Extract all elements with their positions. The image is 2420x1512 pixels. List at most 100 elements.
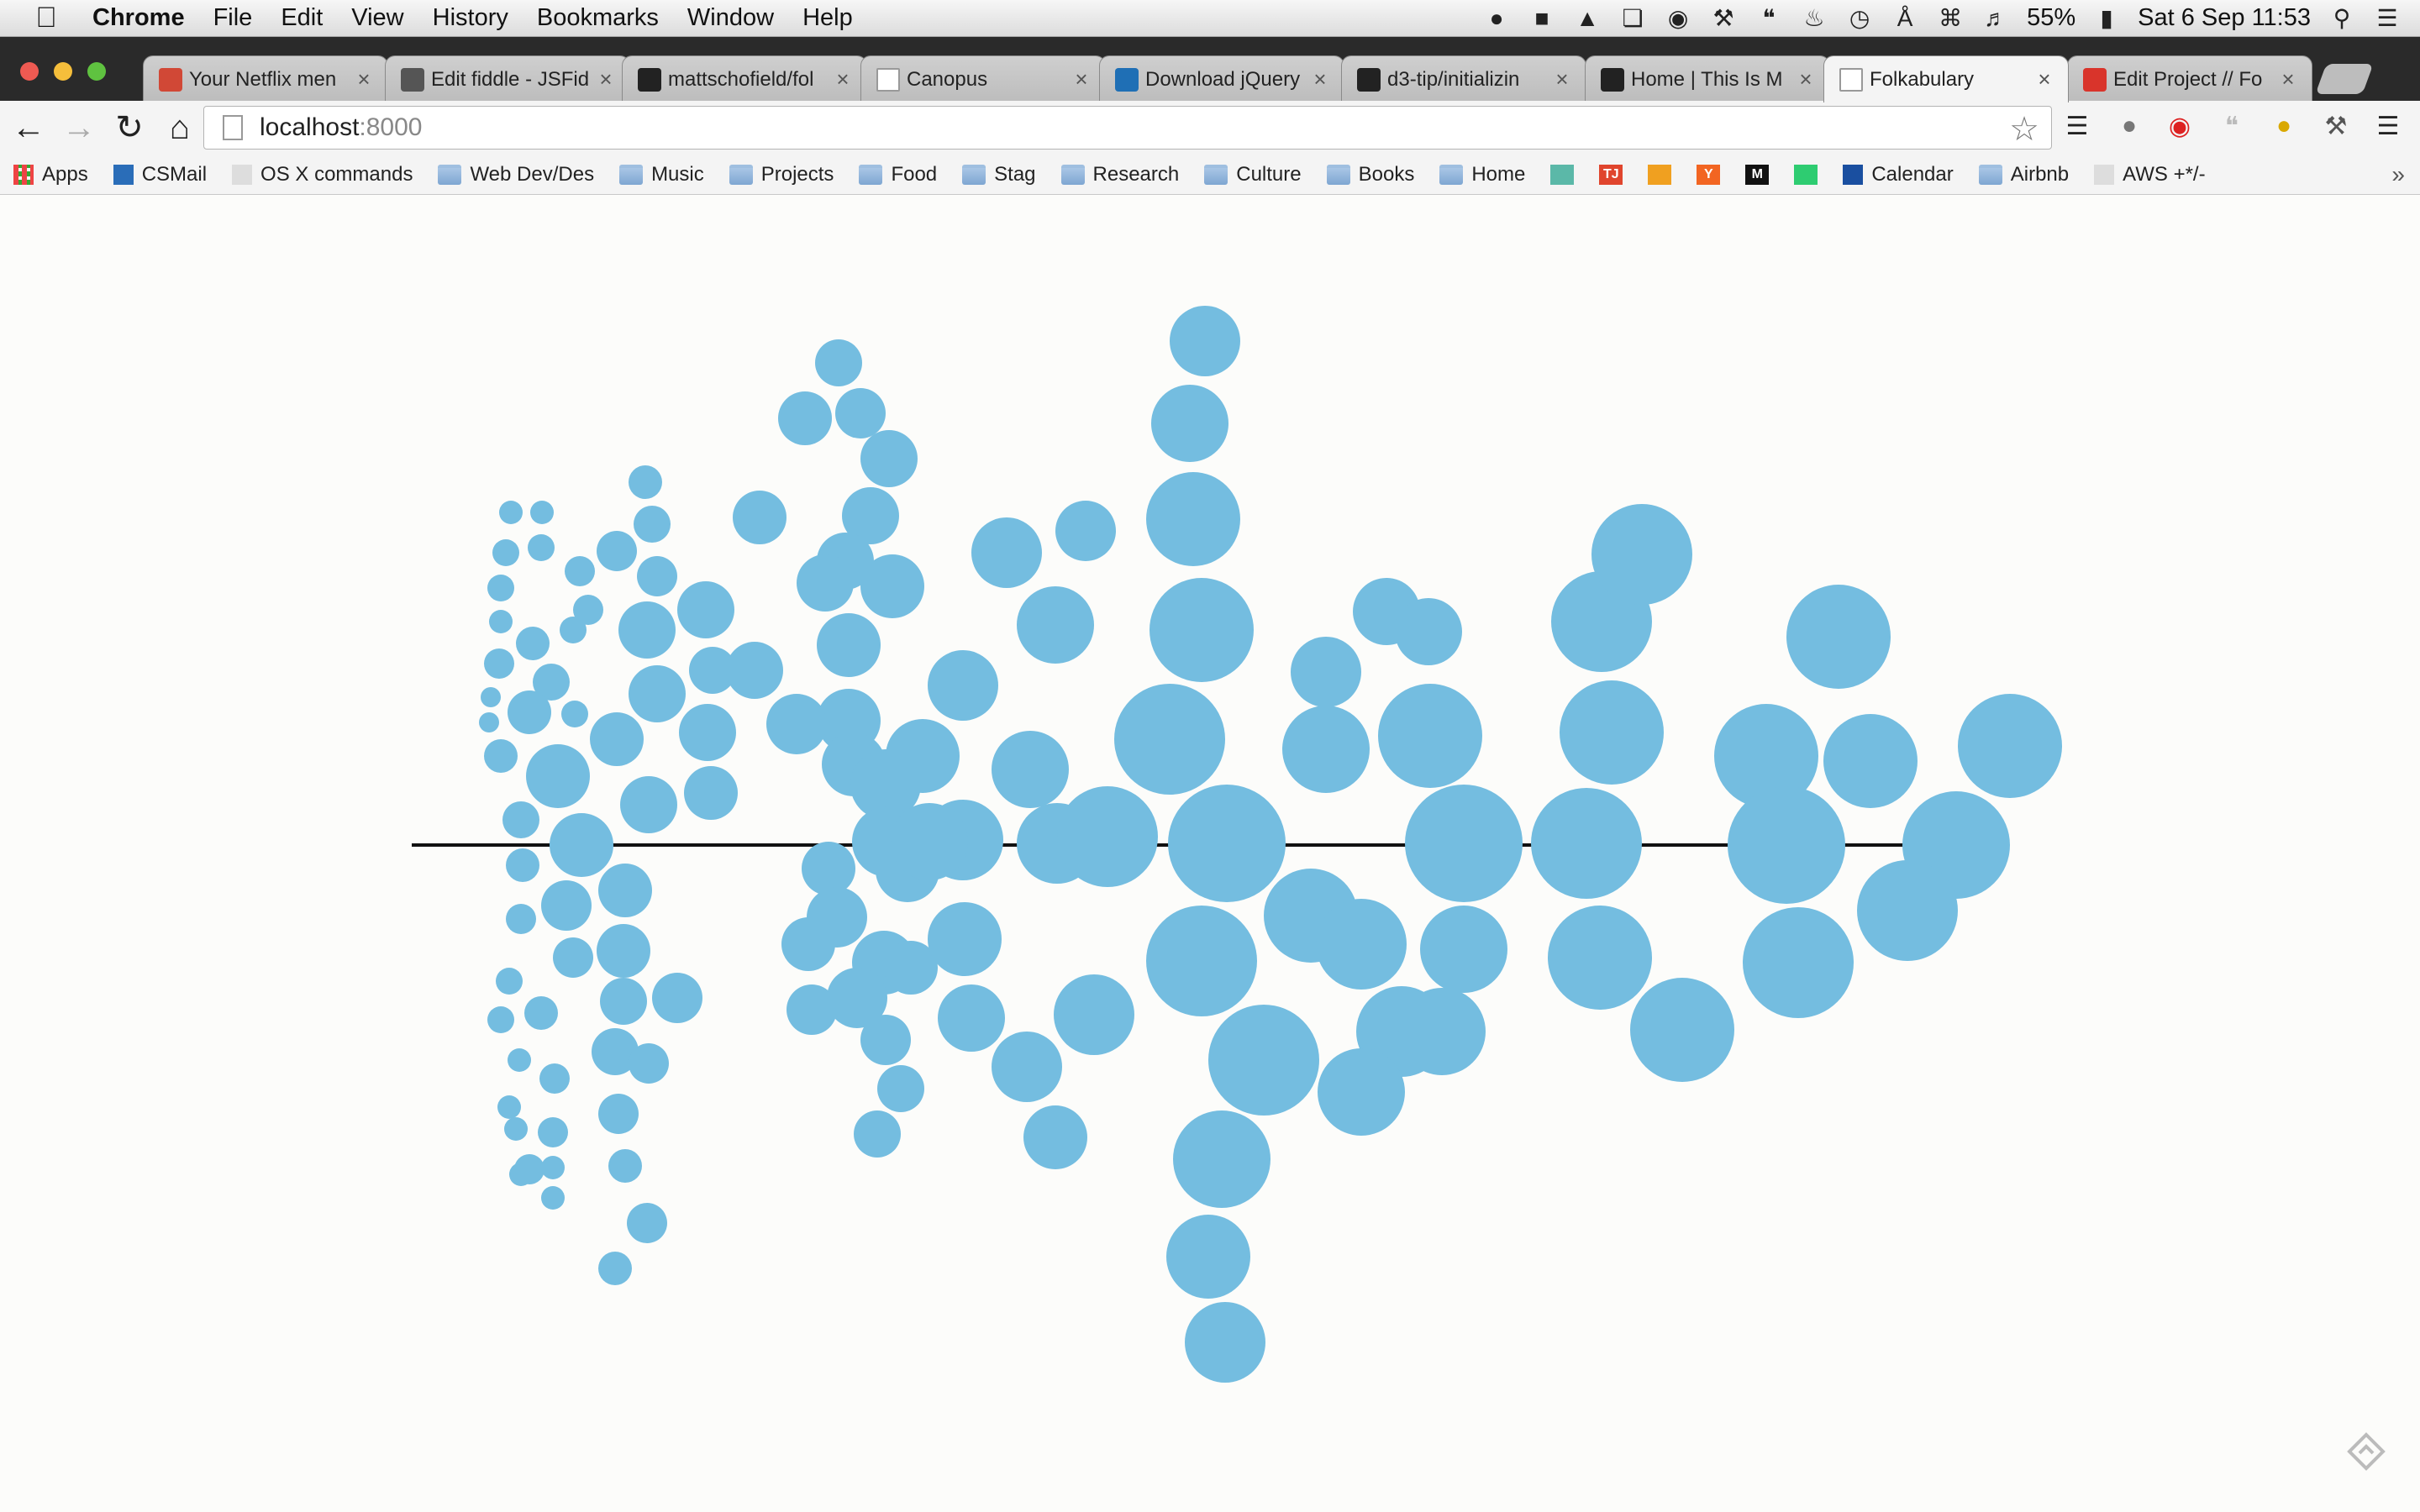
bubble[interactable] bbox=[766, 694, 827, 754]
bubble[interactable] bbox=[506, 904, 536, 934]
bubble[interactable] bbox=[506, 848, 539, 882]
bookmark-item[interactable]: Music bbox=[619, 163, 704, 186]
bubble[interactable] bbox=[797, 554, 854, 612]
bubble[interactable] bbox=[786, 984, 837, 1035]
bubble[interactable] bbox=[481, 687, 501, 707]
bluetooth-icon[interactable]: Å bbox=[1891, 4, 1919, 33]
close-tab-icon[interactable]: × bbox=[1552, 66, 1572, 92]
browser-tab[interactable]: Home | This Is M × bbox=[1585, 55, 1830, 102]
forward-button[interactable]: → bbox=[57, 106, 101, 150]
bubble[interactable] bbox=[1168, 785, 1286, 902]
bubble[interactable] bbox=[1146, 472, 1240, 566]
browser-tab[interactable]: Edit Project // Fo × bbox=[2067, 55, 2312, 102]
bubble[interactable] bbox=[854, 1110, 901, 1158]
bookmark-item[interactable]: CSMail bbox=[113, 163, 207, 186]
bubble[interactable] bbox=[1208, 1005, 1319, 1116]
bowler-hat-icon[interactable]: ◉ bbox=[1664, 4, 1692, 33]
bubble[interactable] bbox=[1291, 637, 1361, 707]
bubble[interactable] bbox=[781, 917, 835, 971]
bubble[interactable] bbox=[497, 1095, 521, 1119]
bubble[interactable] bbox=[487, 575, 514, 601]
bookmark-item[interactable]: Research bbox=[1060, 163, 1179, 186]
close-tab-icon[interactable]: × bbox=[2034, 66, 2054, 92]
close-tab-icon[interactable]: × bbox=[833, 66, 853, 92]
bubble[interactable] bbox=[600, 978, 647, 1025]
bubble[interactable] bbox=[561, 701, 588, 727]
bookmark-item[interactable]: Projects bbox=[729, 163, 834, 186]
bubble[interactable] bbox=[496, 968, 523, 995]
bookmark-item[interactable]: Stag bbox=[962, 163, 1036, 186]
bubble[interactable] bbox=[516, 627, 550, 660]
bubble[interactable] bbox=[598, 864, 652, 917]
browser-tab[interactable]: Your Netflix men × bbox=[143, 55, 388, 102]
bubble[interactable] bbox=[1282, 706, 1370, 793]
bookmark-item[interactable]: Apps bbox=[13, 163, 88, 186]
bubble[interactable] bbox=[1958, 694, 2062, 798]
bubble[interactable] bbox=[590, 712, 644, 766]
bubble[interactable] bbox=[539, 1063, 570, 1094]
bookmark-item[interactable]: Web Dev/Des bbox=[438, 163, 594, 186]
bubble[interactable] bbox=[627, 1203, 667, 1243]
spotlight-search-icon[interactable]: ⚲ bbox=[2328, 4, 2356, 33]
bubble[interactable] bbox=[509, 1163, 533, 1186]
bookmark-item[interactable]: Calendar bbox=[1843, 163, 1954, 186]
browser-tab[interactable]: Download jQuery × bbox=[1099, 55, 1344, 102]
time-machine-icon[interactable]: ◷ bbox=[1845, 4, 1874, 33]
bubble[interactable] bbox=[541, 1186, 565, 1210]
bookmark-item[interactable]: OS X commands bbox=[232, 163, 413, 186]
bubble[interactable] bbox=[1743, 907, 1854, 1018]
menu-view[interactable]: View bbox=[351, 4, 403, 32]
bubble[interactable] bbox=[1630, 978, 1734, 1082]
notification-bell-icon[interactable]: ♨ bbox=[1800, 4, 1828, 33]
bubble[interactable] bbox=[652, 973, 702, 1023]
close-tab-icon[interactable]: × bbox=[354, 66, 374, 92]
bookmark-item[interactable]: Y bbox=[1697, 164, 1728, 185]
bubble[interactable] bbox=[634, 506, 671, 543]
bubble[interactable] bbox=[629, 1043, 669, 1084]
bookmark-item[interactable]: Food bbox=[859, 163, 937, 186]
bubble[interactable] bbox=[1728, 786, 1845, 904]
bubble[interactable] bbox=[1560, 680, 1664, 785]
bubble[interactable] bbox=[886, 719, 960, 793]
bubble[interactable] bbox=[598, 1252, 632, 1285]
browser-tab[interactable]: d3-tip/initializin × bbox=[1341, 55, 1586, 102]
bubble[interactable] bbox=[508, 1048, 531, 1072]
bubble[interactable] bbox=[891, 803, 968, 880]
bubble[interactable] bbox=[1318, 1048, 1405, 1136]
bookmark-item[interactable]: Airbnb bbox=[1978, 163, 2069, 186]
chrome-menu-icon[interactable]: ☰ bbox=[2368, 106, 2408, 146]
close-tab-icon[interactable]: × bbox=[1071, 66, 1092, 92]
bubble[interactable] bbox=[608, 1149, 642, 1183]
bubble[interactable] bbox=[629, 665, 686, 722]
battery-percent[interactable]: 55% bbox=[2027, 4, 2075, 32]
bubble[interactable] bbox=[550, 813, 613, 877]
bookmark-item[interactable]: TJ bbox=[1599, 164, 1631, 185]
bubble[interactable] bbox=[679, 704, 736, 761]
bubble[interactable] bbox=[479, 712, 499, 732]
bubble[interactable] bbox=[677, 581, 734, 638]
battery-icon[interactable]: ▮ bbox=[2092, 4, 2121, 33]
minimize-window-button[interactable] bbox=[54, 62, 72, 81]
bubble[interactable] bbox=[1395, 598, 1462, 665]
bubble[interactable] bbox=[499, 501, 523, 524]
browser-tab[interactable]: Edit fiddle - JSFid × bbox=[385, 55, 630, 102]
menu-help[interactable]: Help bbox=[802, 4, 853, 32]
close-tab-icon[interactable]: × bbox=[596, 66, 616, 92]
close-tab-icon[interactable]: × bbox=[1310, 66, 1330, 92]
bubble[interactable] bbox=[541, 880, 592, 931]
bubble[interactable] bbox=[1548, 906, 1652, 1010]
bubble[interactable] bbox=[637, 556, 677, 596]
bubble[interactable] bbox=[1150, 578, 1254, 682]
bubble[interactable] bbox=[1786, 585, 1891, 689]
bookmark-item[interactable]: AWS +*/- bbox=[2094, 163, 2206, 186]
bubble[interactable] bbox=[1185, 1302, 1265, 1383]
bubble[interactable] bbox=[1823, 714, 1918, 808]
bubble[interactable] bbox=[538, 1117, 568, 1147]
bubble[interactable] bbox=[1420, 906, 1507, 993]
bubble[interactable] bbox=[1057, 786, 1158, 887]
bookmark-star-icon[interactable]: ☆ bbox=[2009, 110, 2039, 149]
bubble[interactable] bbox=[1591, 504, 1692, 605]
bubble[interactable] bbox=[484, 739, 518, 773]
bubble[interactable] bbox=[1857, 860, 1958, 961]
browser-tab[interactable]: mattschofield/fol × bbox=[622, 55, 867, 102]
